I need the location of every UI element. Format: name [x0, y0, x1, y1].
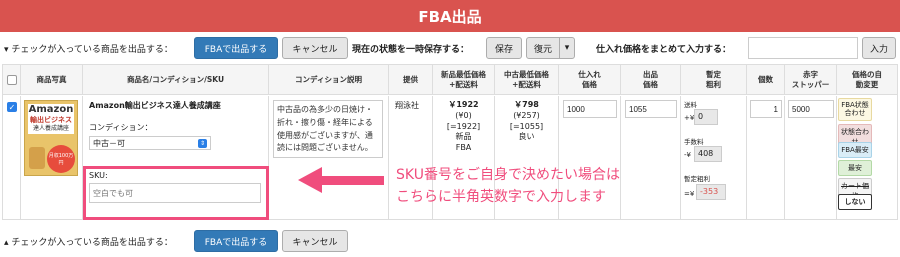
product-name: Amazon輸出ビジネス達人養成講座	[89, 101, 221, 110]
stopper-cell	[785, 96, 837, 220]
annotation-arrow-shaft	[320, 176, 384, 185]
fee-value: 408	[694, 146, 722, 162]
product-image[interactable]: Amazon 輸出ビジネス 達人養成講座 月収100万円	[24, 100, 78, 176]
fee-sign: -¥	[684, 151, 691, 159]
save-state-text: 現在の状態を一時保存する：	[352, 44, 470, 55]
select-all-checkbox[interactable]	[6, 75, 17, 85]
chevron-down-icon: ⇕	[198, 138, 207, 148]
used-price: ￥798	[514, 100, 539, 109]
save-button[interactable]: 保存	[486, 37, 522, 59]
auto-option-fba-match[interactable]: FBA状態合わせ	[838, 98, 872, 121]
shipping-sign: +¥	[684, 114, 695, 122]
header-quantity: 個数	[747, 65, 785, 95]
book-cover-badge: 月収100万円	[47, 145, 75, 173]
fee-label: 手数料	[684, 138, 704, 146]
list-fba-button[interactable]: FBAで出品する	[194, 37, 278, 59]
header-purchase-price: 仕入れ 価格	[559, 65, 621, 95]
condition-description-textarea[interactable]: 中古品の為多少の日焼け・折れ・擦り傷・経年による使用感がございますが、通読には問…	[273, 100, 383, 158]
stopper-input[interactable]	[788, 100, 834, 118]
used-condition: 良い	[518, 132, 535, 142]
condition-label: コンディション：	[89, 123, 153, 132]
header-auto-change: 価格の自 動変更	[852, 70, 882, 89]
book-cover-illustration	[29, 147, 45, 169]
sku-label: SKU:	[89, 171, 108, 180]
header-new-min-price: 新品最低価格 +配送料	[433, 65, 495, 95]
restore-dropdown-caret[interactable]: ▾	[559, 37, 575, 59]
header-listing-price: 出品 価格	[621, 65, 681, 95]
bulk-input-button[interactable]: 入力	[862, 37, 896, 59]
annotation-text: SKU番号をご自身で決めたい場合は こちらに半角英数字で入力します	[396, 164, 716, 208]
condition-select[interactable]: 中古－可 ⇕	[89, 136, 211, 150]
purchase-price-input[interactable]	[563, 100, 617, 118]
bottom-toolbar: ▴ チェックが入っている商品を出品する： FBAで出品する キャンセル	[0, 229, 900, 253]
photo-cell: Amazon 輸出ビジネス 達人養成講座 月収100万円	[21, 96, 83, 220]
header-used-min-price: 中古最低価格 +配送料	[495, 65, 559, 95]
condition-desc-cell: 中古品の為多少の日焼け・折れ・擦り傷・経年による使用感がございますが、通読には問…	[269, 96, 389, 220]
page-header: FBA出品	[0, 0, 900, 32]
restore-button[interactable]: 復元	[526, 37, 560, 59]
shipping-label: 送料	[684, 101, 697, 109]
header-photo: 商品写真	[21, 65, 83, 95]
new-price: ￥1922	[448, 100, 479, 109]
header-provider: 提供	[389, 65, 433, 95]
book-cover-title: Amazon 輸出ビジネス 達人養成講座	[28, 104, 74, 134]
condition-select-value: 中古－可	[93, 138, 125, 148]
header-select-all-cell	[3, 65, 21, 95]
auto-option-none[interactable]: しない	[838, 194, 872, 210]
header-provisional-profit: 暫定 粗利	[681, 65, 747, 95]
new-type: 新品	[455, 132, 472, 142]
bottom-list-checked-text: ▴ チェックが入っている商品を出品する：	[4, 237, 173, 248]
used-shipping: (¥257)	[513, 110, 540, 120]
bulk-price-text: 仕入れ価格をまとめて入力する：	[596, 44, 732, 55]
row-checkbox[interactable]: ✓	[7, 102, 17, 112]
bulk-price-input[interactable]	[748, 37, 858, 59]
shipping-value: 0	[694, 109, 718, 125]
top-toolbar: ▾ チェックが入っている商品を出品する： FBAで出品する キャンセル 現在の状…	[0, 36, 900, 60]
page-title: FBA出品	[418, 7, 482, 26]
table-header-row: 商品写真 商品名/コンディション/SKU コンディション説明 提供 新品最低価格…	[3, 65, 897, 95]
new-total: [=1922]	[446, 121, 481, 131]
auto-option-lowest[interactable]: 最安	[838, 160, 872, 176]
cancel-button[interactable]: キャンセル	[282, 37, 348, 59]
quantity-input[interactable]	[750, 100, 782, 118]
name-cell: Amazon輸出ビジネス達人養成講座 コンディション： 中古－可 ⇕ SKU:	[83, 96, 269, 220]
provider-name: 翔泳社	[395, 101, 419, 110]
new-channel: FBA	[455, 143, 472, 153]
header-condition-desc: コンディション説明	[269, 65, 389, 95]
annotation-line-1: SKU番号をご自身で決めたい場合は	[396, 167, 620, 183]
list-checked-text: ▾ チェックが入っている商品を出品する：	[4, 44, 173, 55]
new-shipping: (¥0)	[455, 110, 472, 120]
quantity-cell	[747, 96, 785, 220]
listing-price-input[interactable]	[625, 100, 677, 118]
sku-input[interactable]	[89, 183, 261, 203]
used-total: [=1055]	[509, 121, 544, 131]
annotation-arrow-icon	[298, 167, 322, 193]
row-checkbox-cell: ✓	[3, 96, 21, 220]
bottom-cancel-button[interactable]: キャンセル	[282, 230, 348, 252]
header-stopper: 赤字 ストッパー	[785, 65, 837, 95]
header-name: 商品名/コンディション/SKU	[83, 65, 269, 95]
annotation-line-2: こちらに半角英数字で入力します	[396, 189, 606, 205]
bottom-list-fba-button[interactable]: FBAで出品する	[194, 230, 278, 252]
auto-option-fba-lowest[interactable]: FBA最安	[838, 142, 872, 158]
